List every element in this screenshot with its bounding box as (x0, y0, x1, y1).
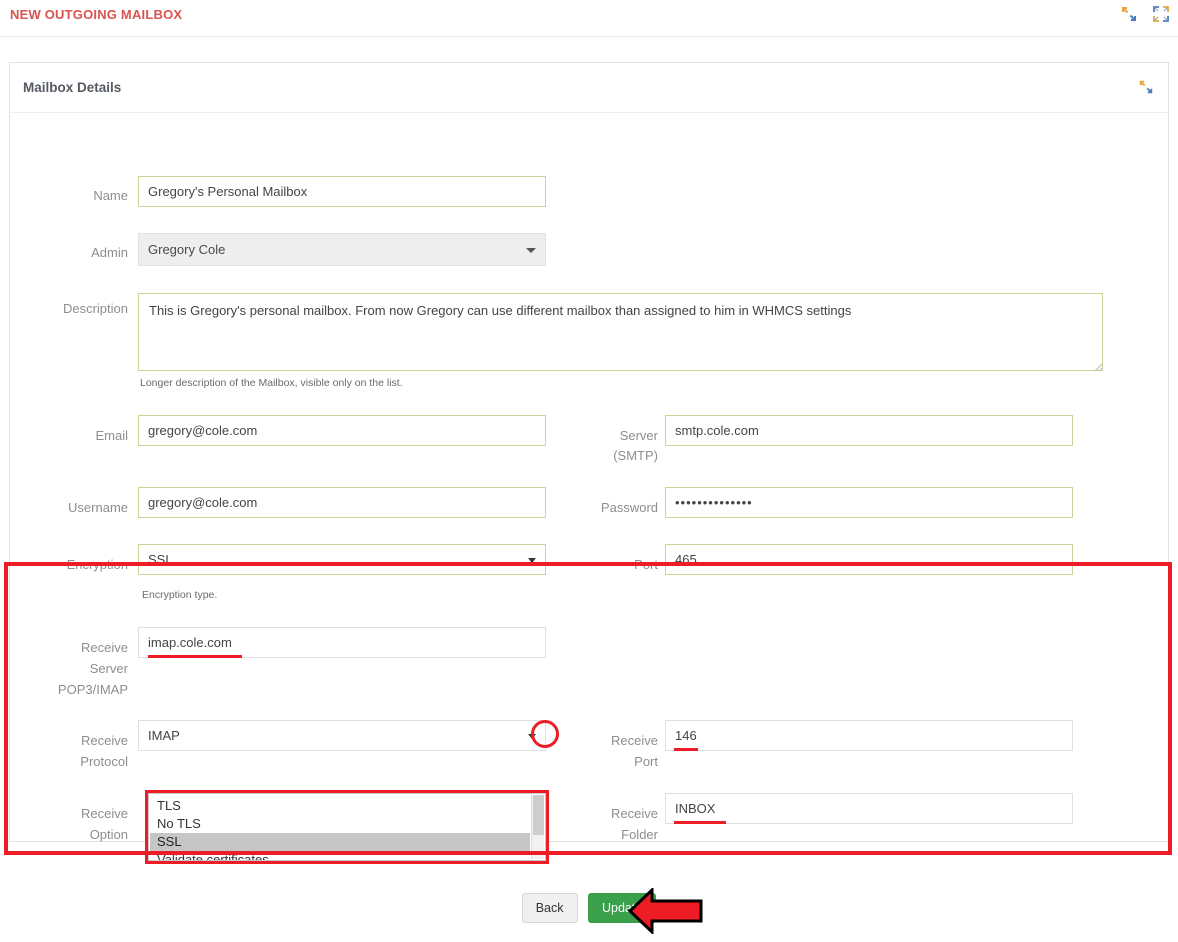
receive-port-underline-annotation (674, 748, 698, 751)
collapse-diagonal-icon[interactable] (1120, 5, 1138, 23)
receive-folder-underline-annotation (674, 821, 726, 824)
admin-select-value: Gregory Cole (148, 242, 226, 257)
top-bar: NEW OUTGOING MAILBOX (0, 0, 1178, 37)
description-textarea[interactable]: This is Gregory's personal mailbox. From… (138, 293, 1103, 371)
receive-folder-label-line1: Receive (611, 806, 658, 821)
mailbox-details-panel: Mailbox Details Name Admin Grego (9, 62, 1169, 864)
receive-port-label-line2: Port (634, 754, 658, 769)
panel-title: Mailbox Details (23, 80, 122, 95)
receive-option-label-line2: Option (89, 827, 128, 842)
receive-server-underline-annotation (148, 655, 242, 658)
expand-fullscreen-icon[interactable] (1152, 5, 1170, 23)
encryption-select-value: SSL (148, 552, 173, 567)
receive-folder-label-line2: Folder (621, 827, 658, 842)
receive-option-list: TLS No TLS SSL Validate certificates (150, 797, 530, 860)
receive-protocol-select-value: IMAP (148, 728, 180, 743)
receive-protocol-label-line2: Protocol (80, 754, 128, 769)
receive-server-input[interactable] (138, 627, 546, 658)
panel-header: Mailbox Details (10, 63, 1168, 113)
name-label: Name (93, 188, 128, 203)
chevron-down-icon (526, 247, 536, 253)
top-bar-icons (1120, 5, 1170, 23)
back-button[interactable]: Back (521, 893, 578, 923)
receive-folder-input[interactable] (665, 793, 1073, 824)
email-label: Email (95, 428, 128, 443)
receive-server-label-line3: POP3/IMAP (57, 682, 128, 697)
username-label: Username (68, 500, 128, 515)
admin-label: Admin (91, 245, 128, 260)
receive-server-label-line2: Server (89, 661, 128, 676)
encryption-label: Encryption (66, 557, 128, 572)
list-item-2[interactable]: SSL (150, 833, 530, 851)
form-footer: Back Update (0, 893, 1178, 923)
description-label: Description (62, 301, 128, 316)
server-smtp-label-line1: Server (619, 428, 658, 443)
page-root: NEW OUTGOING MAILBOX Mailbox Details Nam… (0, 0, 1178, 942)
password-label: Password (600, 500, 658, 515)
list-item-0[interactable]: TLS (150, 797, 530, 815)
admin-select[interactable]: Gregory Cole (138, 233, 546, 266)
server-smtp-label-line2: (SMTP) (613, 448, 658, 463)
page-title: NEW OUTGOING MAILBOX (10, 7, 183, 22)
receive-option-label-line1: Receive (81, 806, 128, 821)
name-input[interactable] (138, 176, 546, 207)
receive-server-label-line1: Receive (81, 640, 128, 655)
list-item-1[interactable]: No TLS (150, 815, 530, 833)
description-help-text: Longer description of the Mailbox, visib… (140, 377, 403, 389)
receive-port-input[interactable] (665, 720, 1073, 751)
collapse-diagonal-icon[interactable] (1138, 79, 1156, 97)
password-input[interactable] (665, 487, 1073, 518)
port-label: Port (634, 557, 658, 572)
encryption-help-text: Encryption type. (142, 589, 218, 601)
red-left-arrow-annotation (627, 886, 703, 939)
receive-port-label-line1: Receive (611, 733, 658, 748)
port-input[interactable] (665, 544, 1073, 575)
list-item-3[interactable]: Validate certificates (150, 851, 530, 860)
receive-protocol-label-line1: Receive (81, 733, 128, 748)
server-smtp-input[interactable] (665, 415, 1073, 446)
